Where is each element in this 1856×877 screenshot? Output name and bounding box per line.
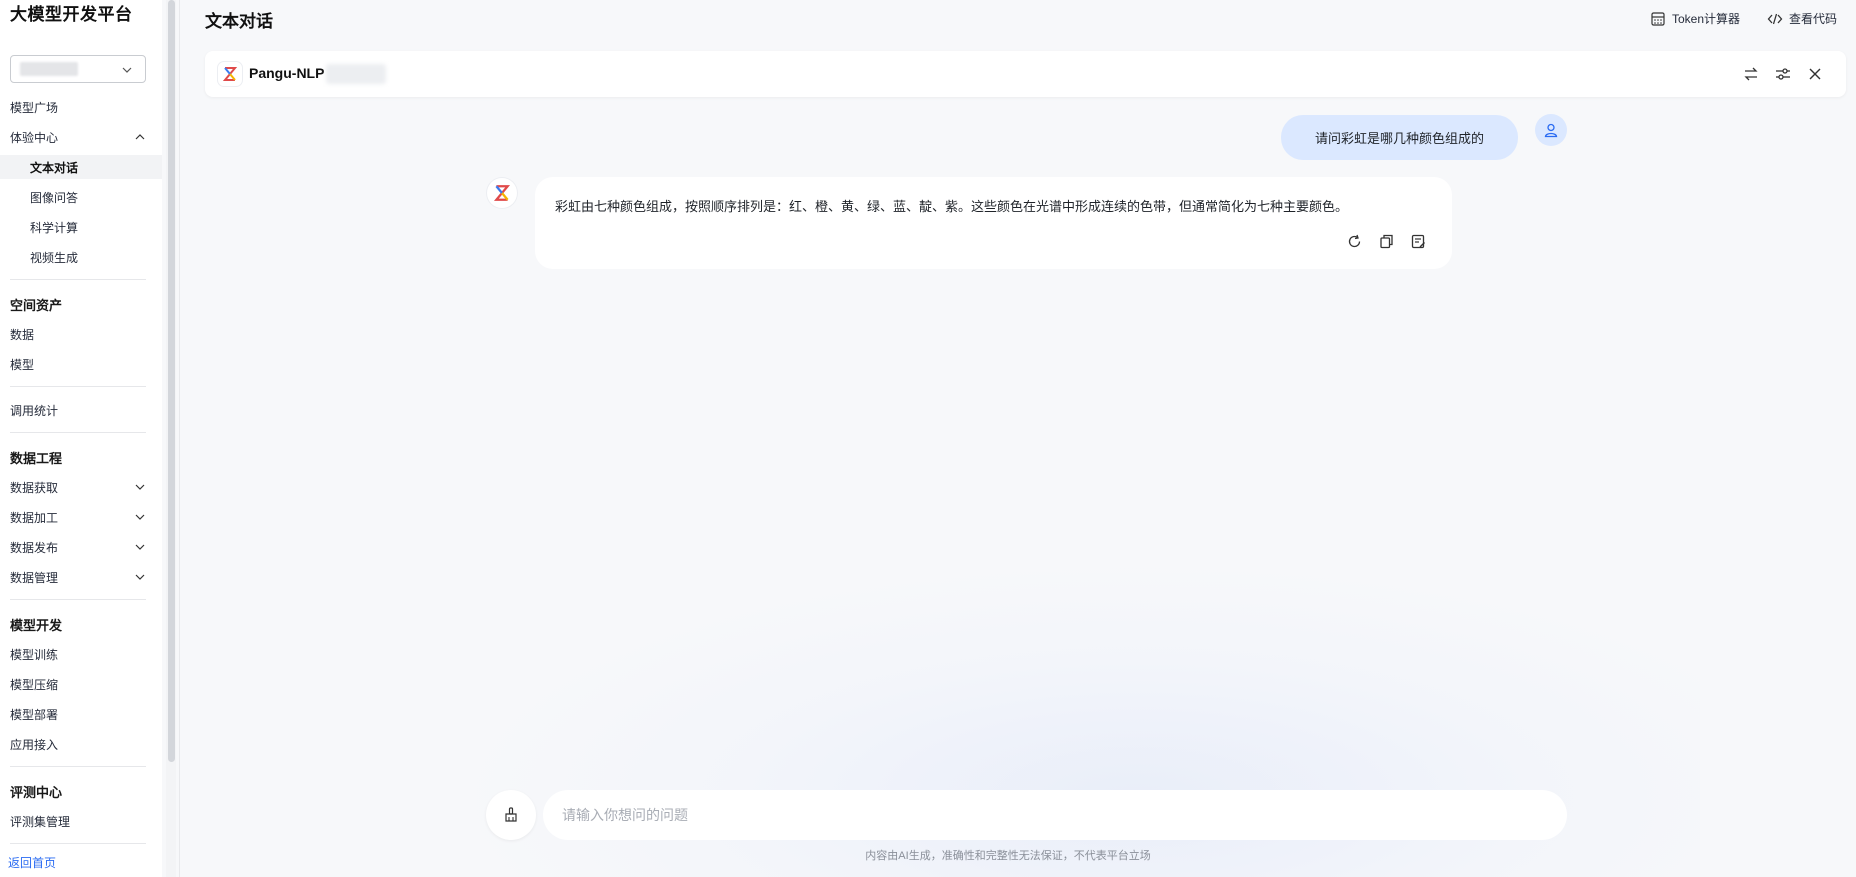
close-icon[interactable]: [1806, 65, 1824, 83]
view-code-label: 查看代码: [1789, 12, 1838, 26]
sidebar-item-science-calc[interactable]: 科学计算: [0, 215, 162, 239]
token-calculator-button[interactable]: Token计算器: [1650, 10, 1740, 27]
broom-icon: [505, 807, 517, 822]
chevron-down-icon: [135, 484, 145, 490]
sidebar-item-model-compress[interactable]: 模型压缩: [0, 672, 162, 696]
model-bar: Pangu-NLP: [205, 51, 1846, 97]
group-space-assets: 空间资产: [10, 298, 63, 313]
bot-avatar-icon: [487, 178, 517, 208]
question-input[interactable]: [543, 790, 1567, 840]
brand-title: 大模型开发平台: [10, 5, 133, 24]
workspace-name-blurred: [20, 62, 78, 76]
chevron-up-icon: [135, 134, 145, 140]
sidebar-item-data[interactable]: 数据: [0, 322, 162, 346]
model-name: Pangu-NLP: [249, 65, 325, 81]
sidebar-item-label: 评测集管理: [10, 814, 71, 829]
user-avatar-icon: [1535, 114, 1567, 146]
divider: [10, 599, 146, 600]
edit-note-icon[interactable]: [1410, 233, 1427, 250]
token-calculator-label: Token计算器: [1672, 12, 1741, 26]
sidebar-item-label: 视频生成: [30, 250, 79, 265]
user-message-bubble: 请问彩虹是哪几种颜色组成的: [1281, 115, 1518, 160]
sidebar-item-label: 模型训练: [10, 647, 59, 662]
sidebar-item-call-stats[interactable]: 调用统计: [0, 398, 162, 422]
sidebar-item-model-deploy[interactable]: 模型部署: [0, 702, 162, 726]
sidebar-divider: [179, 0, 180, 877]
sidebar-item-data-publish[interactable]: 数据发布: [0, 535, 162, 559]
sidebar-item-label: 图像问答: [30, 190, 79, 205]
settings-sliders-icon[interactable]: [1774, 65, 1792, 83]
sidebar-item-label: 文本对话: [30, 160, 79, 175]
calculator-icon: [1651, 11, 1665, 26]
copy-icon[interactable]: [1378, 233, 1395, 250]
chevron-down-icon: [135, 574, 145, 580]
ai-disclaimer: 内容由AI生成，准确性和完整性无法保证，不代表平台立场: [865, 850, 1151, 862]
group-model-dev: 模型开发: [10, 618, 63, 633]
divider: [10, 432, 146, 433]
sidebar-item-data-process[interactable]: 数据加工: [0, 505, 162, 529]
sidebar-item-model[interactable]: 模型: [0, 352, 162, 376]
divider: [10, 386, 146, 387]
sidebar-item-label: 模型: [10, 357, 35, 372]
switch-model-icon[interactable]: [1742, 65, 1760, 83]
sidebar-item-data-acquire[interactable]: 数据获取: [0, 475, 162, 499]
sidebar-item-data-manage[interactable]: 数据管理: [0, 565, 162, 589]
model-version-blurred: [326, 64, 386, 84]
clear-chat-button[interactable]: [486, 790, 536, 840]
bot-message-bubble: 彩虹由七种颜色组成，按照顺序排列是：红、橙、黄、绿、蓝、靛、紫。这些颜色在光谱中…: [535, 177, 1452, 269]
sidebar-item-label: 模型广场: [10, 100, 59, 115]
regenerate-icon[interactable]: [1346, 233, 1363, 250]
sidebar-item-image-qa[interactable]: 图像问答: [0, 185, 162, 209]
sidebar-item-eval-set-manage[interactable]: 评测集管理: [0, 809, 162, 833]
sidebar-item-model-square[interactable]: 模型广场: [0, 95, 162, 119]
sidebar-item-text-chat[interactable]: 文本对话: [0, 155, 162, 179]
pangu-logo-icon: [218, 62, 242, 86]
divider: [10, 766, 146, 767]
sidebar-item-label: 应用接入: [10, 737, 59, 752]
sidebar-item-label: 体验中心: [10, 130, 59, 145]
sidebar-item-label: 科学计算: [30, 220, 79, 235]
sidebar-item-app-access[interactable]: 应用接入: [0, 732, 162, 756]
divider: [10, 843, 146, 844]
view-code-button[interactable]: 查看代码: [1767, 10, 1837, 27]
chevron-down-icon: [135, 544, 145, 550]
sidebar-scrollbar-thumb[interactable]: [168, 0, 175, 762]
sidebar-item-label: 模型部署: [10, 707, 59, 722]
chevron-down-icon: [135, 514, 145, 520]
group-data-engineering: 数据工程: [10, 451, 63, 466]
page-title: 文本对话: [205, 12, 273, 31]
sidebar-item-label: 数据发布: [10, 540, 59, 555]
user-message-text: 请问彩虹是哪几种颜色组成的: [1314, 131, 1484, 146]
chevron-down-icon: [122, 67, 132, 73]
sidebar-item-label: 数据加工: [10, 510, 59, 525]
sidebar-item-label: 模型压缩: [10, 677, 59, 692]
sidebar-item-label: 数据获取: [10, 480, 59, 495]
sidebar-item-experience-center[interactable]: 体验中心: [0, 125, 162, 149]
sidebar-item-model-train[interactable]: 模型训练: [0, 642, 162, 666]
code-icon: [1767, 13, 1783, 24]
sidebar-item-video-gen[interactable]: 视频生成: [0, 245, 162, 269]
bot-message-text: 彩虹由七种颜色组成，按照顺序排列是：红、橙、黄、绿、蓝、靛、紫。这些颜色在光谱中…: [555, 199, 1349, 214]
workspace-select[interactable]: [10, 55, 146, 83]
divider: [10, 279, 146, 280]
sidebar-item-label: 数据: [10, 327, 35, 342]
sidebar-item-label: 调用统计: [10, 403, 59, 418]
sidebar-item-label: 数据管理: [10, 570, 59, 585]
group-eval-center: 评测中心: [10, 785, 63, 800]
sidebar: 大模型开发平台 模型广场 体验中心 文本对话 图像问答 科学计算 视频生成 空间…: [0, 0, 162, 877]
